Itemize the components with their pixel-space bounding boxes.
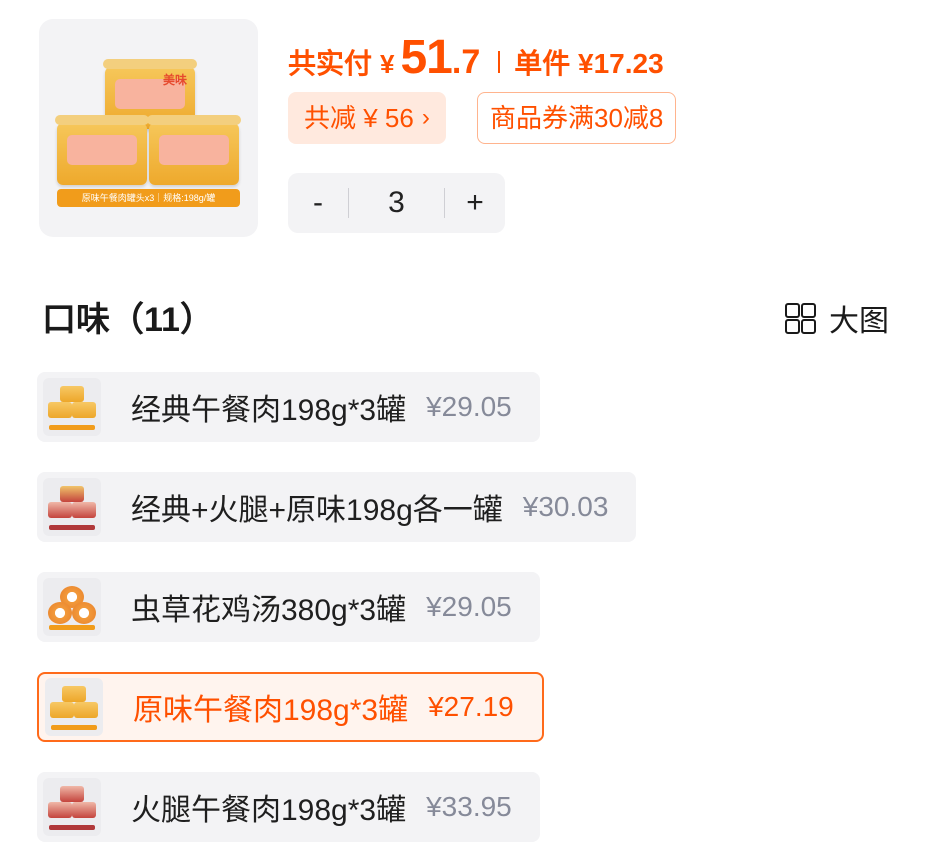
flavor-option-selected[interactable]: 原味午餐肉198g*3罐 ¥27.19 xyxy=(37,672,544,742)
option-price: ¥29.05 xyxy=(426,391,512,422)
brand-mark: 美味 xyxy=(162,73,187,87)
quantity-stepper: - 3 + xyxy=(288,173,505,233)
option-price: ¥27.19 xyxy=(428,691,514,722)
grid-icon xyxy=(785,303,816,334)
option-thumbnail xyxy=(43,578,101,636)
option-name: 原味午餐肉198g*3罐 xyxy=(133,694,409,727)
paid-amount-decimal: .7 xyxy=(451,43,481,81)
option-price: ¥29.05 xyxy=(426,591,512,622)
discount-label: 共减 ¥ 56 xyxy=(304,103,414,133)
option-price: ¥30.03 xyxy=(522,491,609,522)
flavor-section-title: 口味（11） xyxy=(42,301,214,339)
currency-symbol: ¥ xyxy=(380,49,395,79)
paid-amount-integer: 51 xyxy=(400,31,452,84)
can-graphic xyxy=(55,115,149,185)
option-thumbnail xyxy=(43,778,101,836)
option-name: 经典午餐肉198g*3罐 xyxy=(131,394,407,427)
chevron-right-icon: › xyxy=(421,104,430,131)
large-view-toggle[interactable]: 大图 xyxy=(785,296,889,340)
option-thumbnail xyxy=(43,378,101,436)
increment-button[interactable]: + xyxy=(445,186,505,220)
discount-detail-button[interactable]: 共减 ¥ 56 › xyxy=(288,92,446,144)
paid-label: 共实付 xyxy=(288,48,373,79)
quantity-value[interactable]: 3 xyxy=(349,186,444,220)
unit-price: 单件 ¥17.23 xyxy=(514,48,664,79)
decrement-button[interactable]: - xyxy=(288,186,348,220)
flavor-option[interactable]: 火腿午餐肉198g*3罐 ¥33.95 xyxy=(37,772,540,842)
option-name: 虫草花鸡汤380g*3罐 xyxy=(131,594,407,627)
price-summary: 共实付 ¥ 51 .7 单件 ¥17.23 xyxy=(288,30,664,86)
flavor-option[interactable]: 经典+火腿+原味198g各一罐 ¥30.03 xyxy=(37,472,637,542)
option-thumbnail xyxy=(43,478,101,536)
flavor-option[interactable]: 经典午餐肉198g*3罐 ¥29.05 xyxy=(37,372,540,442)
option-name: 经典+火腿+原味198g各一罐 xyxy=(131,494,503,527)
price-divider xyxy=(498,51,501,73)
option-name: 火腿午餐肉198g*3罐 xyxy=(131,794,407,827)
product-image[interactable]: 美味 原味午餐肉罐头x3｜规格:198g/罐 xyxy=(39,19,258,237)
option-thumbnail xyxy=(45,678,103,736)
coupon-badge[interactable]: 商品券满30减8 xyxy=(477,92,677,144)
flavor-option[interactable]: 虫草花鸡汤380g*3罐 ¥29.05 xyxy=(37,572,540,642)
product-image-label: 原味午餐肉罐头x3｜规格:198g/罐 xyxy=(57,189,240,207)
option-price: ¥33.95 xyxy=(426,791,512,822)
large-view-label: 大图 xyxy=(829,305,889,338)
can-graphic xyxy=(147,115,241,185)
